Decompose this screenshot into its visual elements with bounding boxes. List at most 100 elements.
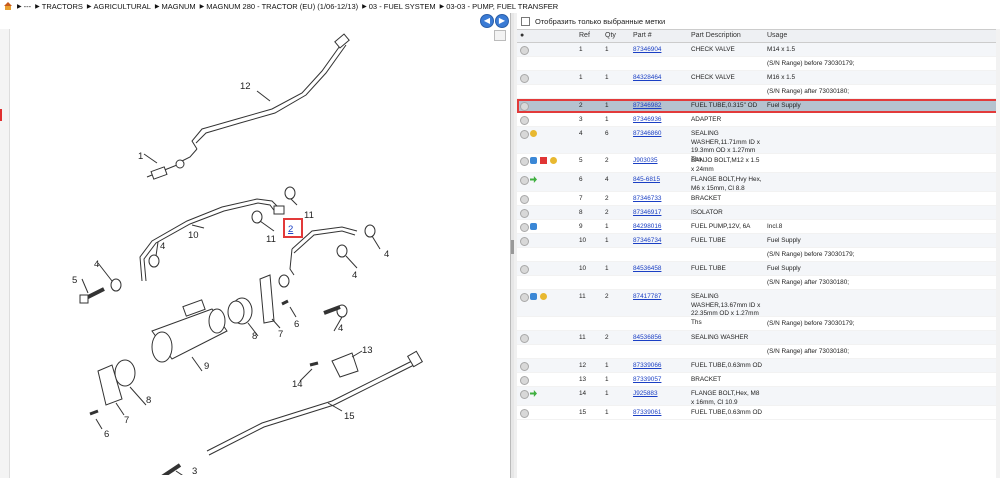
table-row-usage-note[interactable]: (S/N Range) after 73030180; [517,85,1000,99]
arrow-left-icon[interactable]: ◀ [480,14,494,28]
row-select-icon[interactable] [520,265,529,274]
filter-selected-tags[interactable]: Отобразить только выбранные метки [521,15,665,27]
table-row[interactable]: 5 2 J903035 BANJO BOLT,M12 x 1.5 x 24mm [517,154,1000,173]
cell-part-number[interactable]: 87346860 [633,130,661,139]
cell-part-number[interactable]: 87346734 [633,237,661,246]
cell-part-number[interactable]: 87339066 [633,362,661,371]
cell-part-number[interactable]: 87346904 [633,46,661,55]
breadcrumb-item[interactable]: AGRICULTURAL [94,2,151,11]
table-row[interactable]: 11 2 87417787 SEALING WASHER,13.67mm ID x 2… [517,290,1000,326]
row-select-icon[interactable] [520,362,529,371]
sealing-washer-4[interactable] [364,224,376,238]
row-select-icon[interactable] [520,195,529,204]
callout-4[interactable]: 4 [384,249,389,260]
breadcrumb-item[interactable]: MAGNUM [162,2,196,11]
table-row-usage-note[interactable]: (S/N Range) before 73030179; [517,57,1000,71]
table-row[interactable]: 1 1 87346904 CHECK VALVE M14 x 1.5 [517,43,1000,57]
cell-part-number[interactable]: 84328464 [633,74,661,83]
callout-11[interactable]: 11 [266,234,276,245]
part-number-link[interactable]: 845-6815 [633,176,660,183]
column-part[interactable]: Part # [633,32,652,39]
column-usage[interactable]: Usage [767,32,787,39]
callout-1[interactable]: 1 [138,151,143,162]
table-row[interactable]: 13 1 87339057 BRACKET [517,373,1000,387]
sealing-washer-4[interactable] [336,244,348,258]
row-select-icon[interactable] [520,102,529,111]
kit-icon[interactable] [550,157,557,164]
home-icon[interactable] [3,2,13,11]
info-icon[interactable] [530,293,537,300]
row-select-icon[interactable] [520,46,529,55]
callout-4[interactable]: 4 [160,241,165,252]
table-row[interactable]: 2 1 87346982 FUEL TUBE,0.315" OD Fuel Supply [517,99,1000,113]
adapter-3[interactable] [161,463,182,475]
table-row[interactable]: 7 2 87346733 BRACKET [517,192,1000,206]
breadcrumb-item[interactable]: 03-03 - PUMP, FUEL TRANSFER [446,2,558,11]
bracket-7[interactable] [259,274,275,324]
row-select-icon[interactable] [520,157,529,166]
cell-part-number[interactable]: 845-6815 [633,176,660,185]
breadcrumb-item[interactable]: TRACTORS [42,2,83,11]
callout-5[interactable]: 5 [72,275,77,286]
part-number-link[interactable]: J925883 [633,390,658,397]
cell-part-number[interactable]: 84536856 [633,334,661,343]
isolator-8[interactable] [114,359,136,387]
callout-15[interactable]: 15 [344,411,355,422]
part-number-link[interactable]: 87346936 [633,116,661,123]
fuel-tube-15[interactable] [206,360,413,452]
callout-8[interactable]: 8 [252,331,257,342]
part-number-link[interactable]: 84328464 [633,74,661,81]
callout-3[interactable]: 3 [192,466,197,475]
column-description[interactable]: Part Description [691,32,741,39]
callout-6[interactable]: 6 [104,429,109,440]
sealing-washer-4[interactable] [110,278,122,292]
table-row[interactable]: 4 6 87346860 SEALING WASHER,11.71mm ID x 19… [517,127,1000,163]
replace-arrow-icon[interactable] [530,390,537,397]
callout-13[interactable]: 13 [362,345,373,356]
table-row[interactable]: 1 1 84328464 CHECK VALVE M16 x 1.5 [517,71,1000,85]
callout-10[interactable]: 10 [188,230,199,241]
table-row-usage-note[interactable]: (S/N Range) before 73030179; [517,317,1000,331]
table-row[interactable]: 3 1 87346936 ADAPTER [517,113,1000,127]
breadcrumb-item[interactable]: 03 - FUEL SYSTEM [369,2,436,11]
row-select-icon[interactable] [520,223,529,232]
callout-4[interactable]: 4 [94,259,99,270]
sealing-washer-11[interactable] [284,186,296,200]
table-row[interactable]: 12 1 87339066 FUEL TUBE,0.63mm OD [517,359,1000,373]
right-scrollbar[interactable] [996,29,1000,478]
info-icon[interactable] [530,223,537,230]
callout-9[interactable]: 9 [204,361,209,372]
cell-part-number[interactable]: 84298016 [633,223,661,232]
callout-7[interactable]: 7 [278,329,283,340]
table-row[interactable]: 15 1 87339061 FUEL TUBE,0.63mm OD [517,406,1000,420]
cell-part-number[interactable]: 87339061 [633,409,661,418]
part-number-link[interactable]: 87346904 [633,46,661,53]
callout-6[interactable]: 6 [294,319,299,330]
flange-bolt-6[interactable] [89,409,99,416]
table-row[interactable]: 8 2 87346917 ISOLATOR [517,206,1000,220]
part-number-link[interactable]: 84536458 [633,265,661,272]
callout-4[interactable]: 4 [338,323,343,334]
sealing-washer-4[interactable] [148,254,160,268]
table-row-usage-note[interactable]: (S/N Range) after 73030180; [517,276,1000,290]
table-row-usage-note[interactable]: (S/N Range) before 73030179; [517,248,1000,262]
part-number-link[interactable]: 84536856 [633,334,661,341]
arrow-right-icon[interactable]: ▶ [495,14,509,28]
filter-checkbox[interactable] [521,16,530,26]
table-row[interactable]: 9 1 84298016 FUEL PUMP,12V, 6A Incl.8 [517,220,1000,234]
table-row[interactable]: 14 1 J925883 FLANGE BOLT,Hex, M8 x 16mm, Cl… [517,387,1000,406]
callout-8[interactable]: 8 [146,395,151,406]
table-row[interactable]: 10 1 87346734 FUEL TUBE Fuel Supply [517,234,1000,248]
document-icon[interactable] [540,157,547,164]
part-number-link[interactable]: 87346860 [633,130,661,137]
table-row-usage-note[interactable]: (S/N Range) after 73030180; [517,345,1000,359]
row-select-icon[interactable] [520,376,529,385]
callout-2[interactable]: 2 [288,224,293,235]
kit-icon[interactable] [540,293,547,300]
row-select-icon[interactable] [520,390,529,399]
part-number-link[interactable]: 84298016 [633,223,661,230]
part-number-link[interactable]: 87346917 [633,209,661,216]
bracket-13[interactable] [331,352,359,378]
callout-14[interactable]: 14 [292,379,303,390]
callout-11[interactable]: 11 [304,210,314,221]
